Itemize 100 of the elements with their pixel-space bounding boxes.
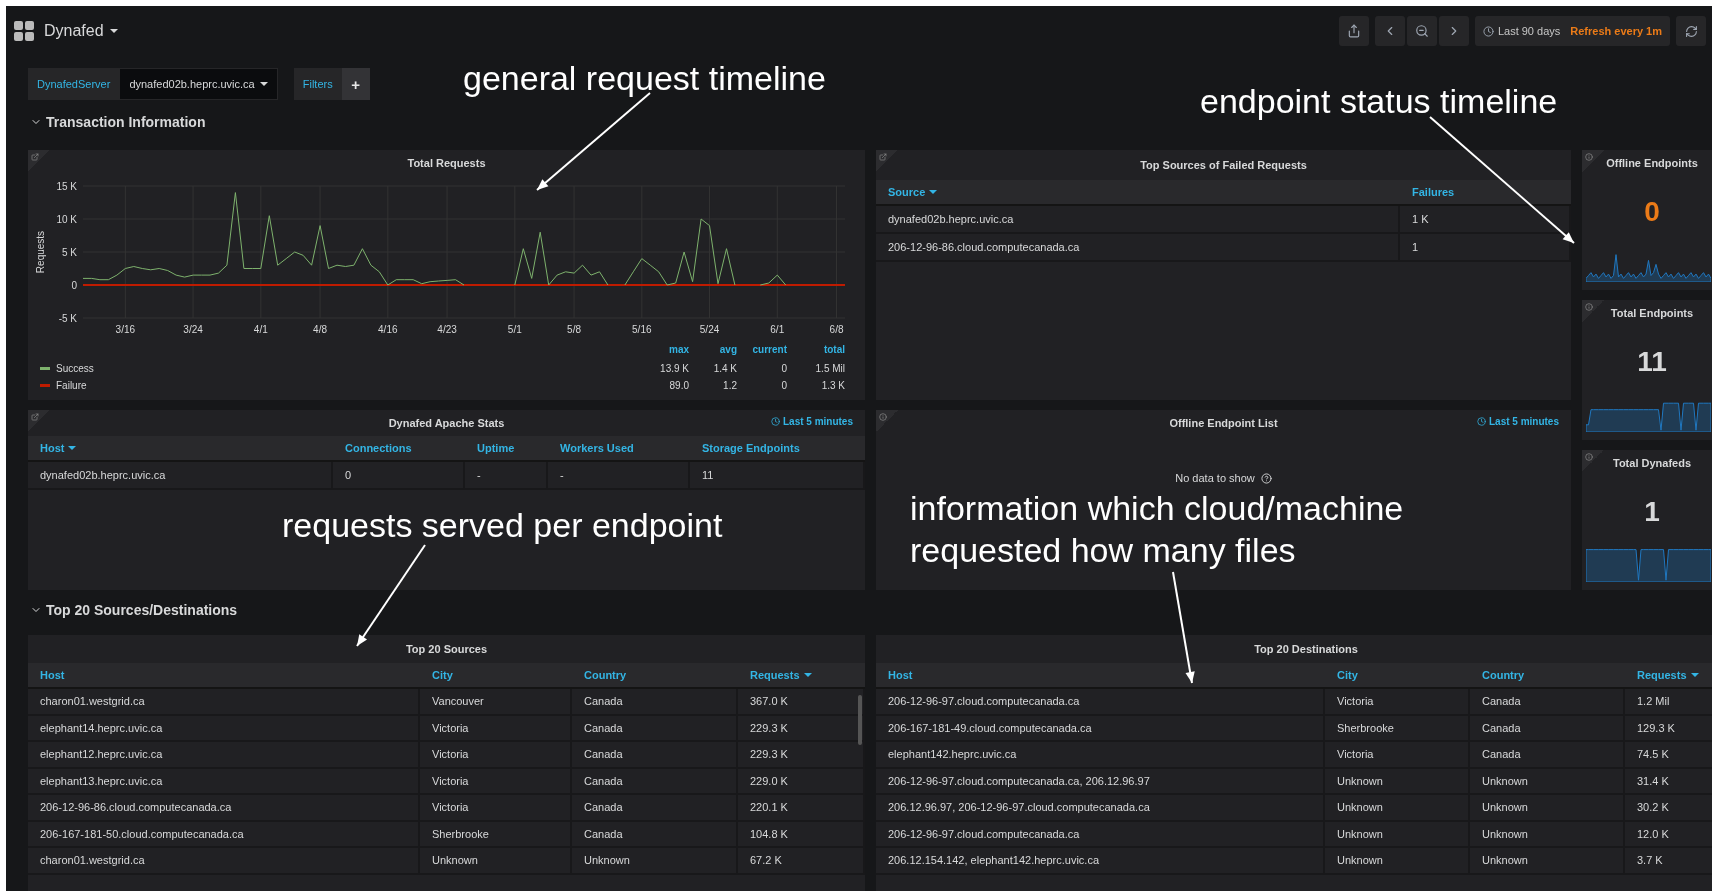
stat-value: 1 <box>1644 496 1660 528</box>
column-header[interactable]: City <box>432 669 453 681</box>
column-header[interactable]: Country <box>1482 669 1525 681</box>
axis-label: 3/16 <box>115 324 136 335</box>
axis-label: 0 <box>71 279 77 291</box>
table-cell: Sherbrooke <box>1325 715 1470 742</box>
legend-label[interactable]: Failure <box>56 380 87 391</box>
annotation-text: information which cloud/machine requested how many files <box>910 488 1405 571</box>
time-info-text: Last 5 minutes <box>782 416 853 427</box>
column-header[interactable]: Failures <box>1412 186 1455 198</box>
panel-title: Top 20 Destinations <box>1254 643 1358 655</box>
table-cell: 206.12.154.142, elephant142.heprc.uvic.ca <box>876 848 1325 875</box>
axis-label: 15 K <box>56 180 77 192</box>
table-cell: 67.2 K <box>738 848 865 875</box>
axis-label: 6/8 <box>829 324 844 335</box>
link-icon[interactable] <box>31 153 39 161</box>
table-cell: 11 <box>690 462 865 490</box>
table-cell: elephant13.heprc.uvic.ca <box>28 768 420 795</box>
info-icon[interactable] <box>1585 153 1593 161</box>
table-cell: Canada <box>572 742 738 769</box>
legend-header[interactable]: avg <box>689 344 737 360</box>
column-header[interactable]: Host <box>888 669 913 681</box>
panel-title: Offline Endpoints <box>1606 157 1698 169</box>
annotation-text: endpoint status timeline <box>1200 81 1558 122</box>
axis-label: 4/1 <box>253 324 268 335</box>
table-cell: Victoria <box>420 742 572 769</box>
table-cell: Canada <box>572 689 738 716</box>
table-cell: 229.0 K <box>738 768 865 795</box>
add-filter-button[interactable]: + <box>341 68 370 100</box>
clock-icon <box>1482 25 1494 37</box>
axis-label: -5 K <box>58 312 77 324</box>
table-cell: charon01.westgrid.ca <box>28 689 420 716</box>
clock-icon <box>770 417 780 426</box>
table-cell: 1.2 Mil <box>1625 689 1712 716</box>
axis-label: 5/24 <box>699 324 720 335</box>
sort-caret-icon <box>68 446 77 450</box>
column-header[interactable]: Country <box>584 669 627 681</box>
table-cell: - <box>548 462 690 490</box>
legend-label[interactable]: Success <box>56 363 94 374</box>
table-cell: Canada <box>572 768 738 795</box>
scrollbar[interactable] <box>858 695 862 745</box>
table-cell: Unknown <box>1470 848 1625 875</box>
table-cell: 206-167-181-49.cloud.computecanada.ca <box>876 715 1325 742</box>
table-cell: dynafed02b.heprc.uvic.ca <box>28 462 333 490</box>
column-header[interactable]: City <box>1337 669 1358 681</box>
table-cell: elephant12.heprc.uvic.ca <box>28 742 420 769</box>
table-cell: elephant142.heprc.uvic.ca <box>876 742 1325 769</box>
panel-title: Total Requests <box>407 157 486 169</box>
table-cell: Vancouver <box>420 689 572 716</box>
info-icon[interactable] <box>1585 453 1593 461</box>
apps-icon[interactable] <box>14 21 34 41</box>
table-cell: 12.0 K <box>1625 821 1712 848</box>
link-icon[interactable] <box>31 413 39 421</box>
table-cell: 206-12-96-86.cloud.computecanada.ca <box>28 795 420 822</box>
axis-label: 4/16 <box>378 324 398 335</box>
refresh-button[interactable] <box>1676 16 1706 46</box>
table-cell: 1 K <box>1400 206 1571 234</box>
help-icon[interactable] <box>1260 472 1272 484</box>
empty-message: No data to show <box>1175 472 1255 484</box>
table-cell: Canada <box>572 715 738 742</box>
legend-value: 1.3 K <box>820 379 845 393</box>
zoom-out-button[interactable] <box>1406 16 1437 46</box>
dashboard-title[interactable]: Dynafed <box>44 22 118 40</box>
table-cell: Canada <box>572 795 738 822</box>
share-button[interactable] <box>1338 16 1369 46</box>
table-cell: 206-12-96-86.cloud.computecanada.ca <box>876 234 1400 262</box>
column-header[interactable]: Host <box>40 669 65 681</box>
table-cell: Unknown <box>1470 821 1625 848</box>
column-header[interactable]: Source <box>888 186 938 198</box>
legend-header[interactable]: current <box>737 344 787 360</box>
link-icon[interactable] <box>879 153 887 161</box>
table-cell: charon01.westgrid.ca <box>28 848 420 875</box>
time-picker-button[interactable]: Last 90 days Refresh every 1m <box>1474 16 1670 46</box>
axis-label: 3/24 <box>183 324 203 335</box>
table-cell: 206-12-96-97.cloud.computecanada.ca <box>876 689 1325 716</box>
legend-swatch <box>40 384 50 387</box>
table-cell: Canada <box>1470 715 1625 742</box>
panel-title: Offline Endpoint List <box>1169 417 1278 429</box>
annotation-text: requests served per endpoint <box>282 505 723 546</box>
legend-value: 1.4 K <box>712 362 737 376</box>
table-cell: 74.5 K <box>1625 742 1712 769</box>
legend-header[interactable]: total <box>787 344 845 360</box>
info-icon[interactable] <box>879 413 887 421</box>
table-cell: 229.3 K <box>738 742 865 769</box>
table-cell: 30.2 K <box>1625 795 1712 822</box>
column-header[interactable]: Host <box>40 442 77 454</box>
table-cell: Unknown <box>1470 768 1625 795</box>
table-cell: Canada <box>1470 742 1625 769</box>
info-icon[interactable] <box>1585 303 1593 311</box>
table-cell: Canada <box>1470 689 1625 716</box>
legend-value: 0 <box>780 379 787 393</box>
panel-title: Dynafed Apache Stats <box>388 417 505 429</box>
legend-header[interactable]: max <box>629 344 689 360</box>
variable-select[interactable]: dynafed02b.heprc.uvic.ca <box>119 68 278 100</box>
table-cell: 206-167-181-50.cloud.computecanada.ca <box>28 821 420 848</box>
sort-caret-icon <box>1690 673 1699 677</box>
axis-label: 5 K <box>62 246 77 258</box>
table-cell: Unknown <box>572 848 738 875</box>
axis-label: 5/8 <box>567 324 581 335</box>
axis-label: 10 K <box>56 213 77 225</box>
